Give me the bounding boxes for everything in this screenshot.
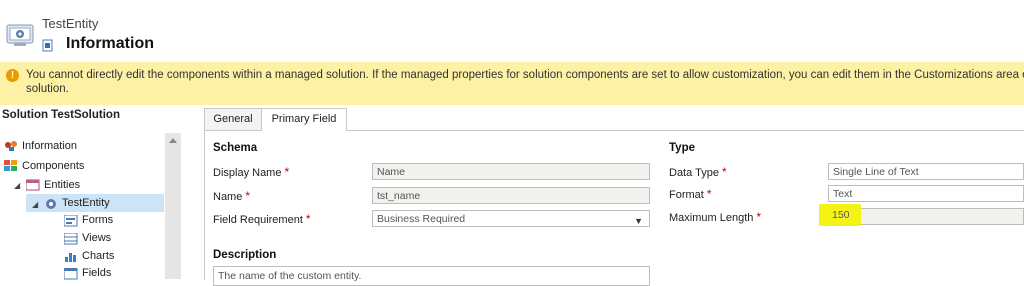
entity-icon [46, 199, 56, 209]
required-marker: * [284, 165, 290, 179]
max-length-value: 150 [832, 209, 850, 221]
field-requirement-value: Business Required [377, 213, 466, 225]
charts-icon [65, 253, 76, 262]
display-name-label: Display Name * [213, 165, 289, 179]
expand-arrow-icon[interactable]: ◢ [14, 181, 20, 190]
nav-title: Solution TestSolution [2, 109, 120, 121]
nav-item-components[interactable]: Components [22, 160, 84, 172]
required-marker: * [245, 189, 251, 203]
forms-icon [64, 215, 78, 227]
required-marker: * [756, 210, 762, 224]
nav-item-forms[interactable]: Forms [82, 214, 113, 226]
nav-scrollbar[interactable] [165, 133, 181, 279]
required-marker: * [305, 212, 311, 226]
field-requirement-label-text: Field Requirement [213, 214, 303, 226]
nav-item-information[interactable]: Information [22, 140, 77, 152]
schema-section-title: Schema [213, 142, 258, 154]
notice-text-line1: You cannot directly edit the components … [26, 69, 1024, 81]
required-marker: * [721, 165, 727, 179]
nav-item-testentity[interactable]: TestEntity [62, 197, 110, 209]
tab-primary-field[interactable]: Primary Field [261, 108, 347, 131]
type-section-title: Type [669, 142, 695, 154]
views-icon [64, 233, 78, 245]
scroll-up-icon[interactable] [169, 138, 177, 143]
field-requirement-label: Field Requirement * [213, 212, 311, 226]
entities-icon [26, 179, 40, 191]
max-length-label-text: Maximum Length [669, 212, 754, 224]
tab-general[interactable]: General [204, 108, 262, 130]
name-field[interactable]: tst_name [372, 187, 650, 204]
information-icon [5, 141, 17, 151]
nav-item-fields[interactable]: Fields [82, 267, 111, 279]
nav-item-views[interactable]: Views [82, 232, 111, 244]
display-name-label-text: Display Name [213, 167, 282, 179]
nav-item-charts[interactable]: Charts [82, 250, 114, 262]
name-label: Name * [213, 189, 250, 203]
entity-doc-icon [42, 39, 53, 52]
description-textarea[interactable]: The name of the custom entity. [213, 266, 650, 286]
format-label-text: Format [669, 189, 704, 201]
format-field[interactable]: Text [828, 185, 1024, 202]
format-label: Format * [669, 187, 712, 201]
entity-settings-icon [6, 24, 34, 46]
nav-item-entities[interactable]: Entities [44, 179, 80, 191]
display-name-field[interactable]: Name [372, 163, 650, 180]
data-type-label-text: Data Type [669, 167, 719, 179]
form-panel [204, 130, 1024, 280]
fields-icon [64, 268, 78, 280]
page-title: Information [66, 35, 154, 52]
required-marker: * [706, 187, 712, 201]
field-requirement-select[interactable]: Business Required ▼ [372, 210, 650, 227]
data-type-field[interactable]: Single Line of Text [828, 163, 1024, 180]
max-length-label: Maximum Length * [669, 210, 761, 224]
entity-name: TestEntity [42, 16, 99, 31]
name-label-text: Name [213, 191, 243, 203]
notice-text-line2: solution. [26, 83, 69, 95]
warning-icon: ! [6, 69, 19, 82]
data-type-label: Data Type * [669, 165, 727, 179]
description-section-title: Description [213, 249, 277, 261]
expand-arrow-icon[interactable]: ◢ [32, 200, 38, 209]
components-icon [4, 160, 17, 171]
dropdown-arrow-icon[interactable]: ▼ [634, 213, 643, 226]
